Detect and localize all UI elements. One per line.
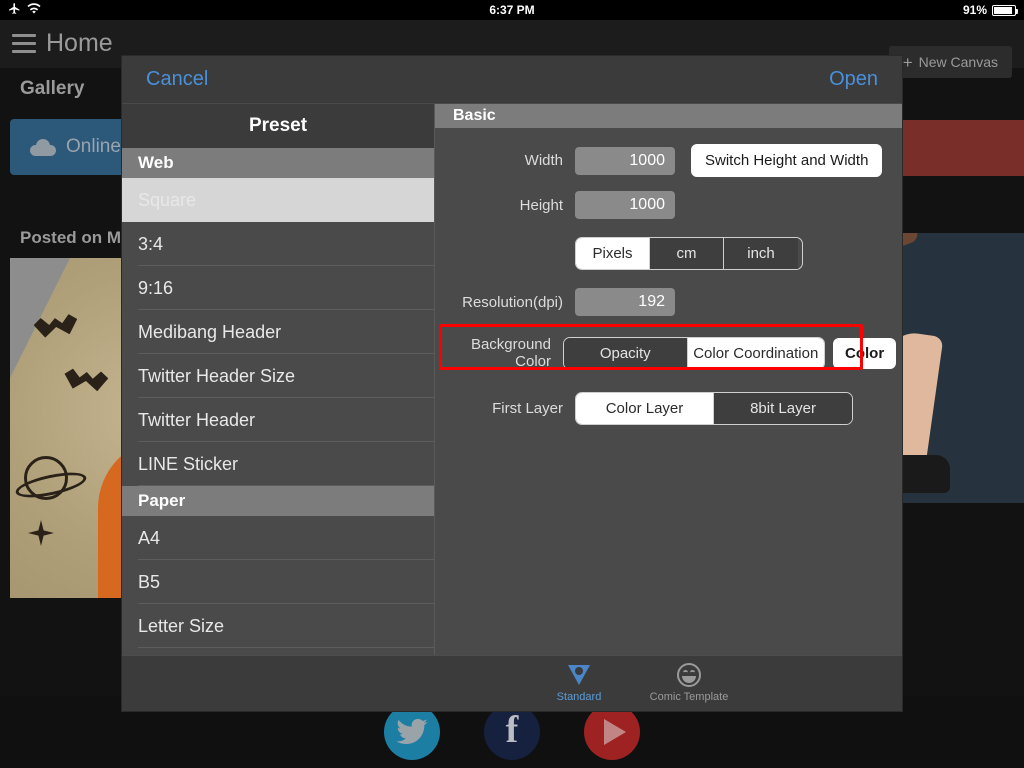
smiley-face-icon: [634, 662, 744, 688]
open-button[interactable]: Open: [829, 68, 878, 91]
status-bar: 6:37 PM 91%: [0, 0, 1024, 20]
preset-item-9-16[interactable]: 9:16: [122, 266, 434, 310]
dialog-body: Preset Web Square 3:4 9:16 Medibang Head…: [122, 104, 902, 655]
first-layer-label: First Layer: [492, 400, 563, 417]
tab-comic-template-label: Comic Template: [649, 691, 729, 703]
background-color-segmented-control[interactable]: Opacity Color Coordination: [563, 336, 825, 370]
plus-icon: +: [902, 52, 913, 72]
background-option-opacity[interactable]: Opacity: [564, 337, 688, 369]
background-color-label: Background Color: [470, 336, 551, 370]
unit-segmented-control[interactable]: Pixels cm inch: [575, 237, 803, 270]
preset-item-square[interactable]: Square: [122, 178, 434, 222]
preset-item-a4[interactable]: A4: [122, 516, 434, 560]
preset-item-3-4[interactable]: 3:4: [122, 222, 434, 266]
width-label: Width: [524, 152, 563, 169]
preset-item-twitter-header-size[interactable]: Twitter Header Size: [122, 354, 434, 398]
first-layer-row: First Layer Color Layer 8bit Layer: [435, 392, 902, 425]
battery-percent-label: 91%: [962, 3, 987, 17]
new-canvas-dialog: Cancel Open Preset Web Square 3:4 9:16 M…: [122, 56, 902, 711]
width-input[interactable]: 1000: [575, 146, 675, 175]
dialog-tab-bar: Standard Comic Template: [122, 655, 902, 711]
online-label: Online: [66, 136, 121, 157]
preset-header: Preset: [122, 104, 434, 148]
twitter-button[interactable]: [384, 704, 440, 760]
height-row: Height 1000: [435, 191, 902, 219]
background-color-row: Background Color Opacity Color Coordinat…: [435, 336, 902, 370]
screen: 6:37 PM 91% Home + New Canvas Gallery On…: [0, 0, 1024, 768]
resolution-label: Resolution(dpi): [462, 293, 563, 311]
background-option-color-coordination[interactable]: Color Coordination: [687, 337, 824, 369]
resolution-row: Resolution(dpi) 192: [435, 288, 902, 316]
new-canvas-label: New Canvas: [918, 54, 998, 70]
cancel-button[interactable]: Cancel: [146, 68, 208, 91]
settings-panel: Basic Width 1000 Switch Height and Width…: [435, 104, 902, 655]
basic-section-header: Basic: [435, 104, 902, 128]
status-bar-time: 6:37 PM: [489, 3, 535, 17]
height-label: Height: [519, 196, 563, 214]
artwork-thumbnail-top-right[interactable]: [900, 120, 1024, 176]
new-canvas-button[interactable]: + New Canvas: [888, 46, 1012, 78]
pen-nib-icon: [524, 662, 634, 688]
color-button[interactable]: Color: [833, 337, 897, 369]
preset-panel: Preset Web Square 3:4 9:16 Medibang Head…: [122, 104, 435, 655]
facebook-button[interactable]: f: [484, 704, 540, 760]
height-input[interactable]: 1000: [575, 191, 675, 219]
gallery-heading: Gallery: [20, 78, 85, 99]
background-color-row-wrap: Background Color Opacity Color Coordinat…: [435, 324, 902, 370]
unit-option-pixels[interactable]: Pixels: [576, 238, 650, 269]
preset-item-twitter-header[interactable]: Twitter Header: [122, 398, 434, 442]
preset-section-web: Web: [122, 148, 434, 178]
first-layer-option-8bit-layer[interactable]: 8bit Layer: [714, 393, 852, 424]
preset-item-letter-size[interactable]: Letter Size: [122, 604, 434, 648]
preset-item-line-sticker[interactable]: LINE Sticker: [122, 442, 434, 486]
facebook-icon: f: [505, 709, 519, 751]
twitter-icon: [396, 718, 428, 745]
preset-item-b5[interactable]: B5: [122, 560, 434, 604]
width-row: Width 1000 Switch Height and Width: [435, 144, 902, 177]
cloud-icon: [30, 138, 56, 156]
play-triangle-icon: [604, 719, 626, 745]
resolution-input[interactable]: 192: [575, 288, 675, 316]
preset-item-medibang-header[interactable]: Medibang Header: [122, 310, 434, 354]
unit-option-inch[interactable]: inch: [724, 238, 798, 269]
tab-comic-template[interactable]: Comic Template: [634, 662, 744, 703]
preset-list[interactable]: Web Square 3:4 9:16 Medibang Header Twit…: [122, 148, 434, 655]
switch-height-width-button[interactable]: Switch Height and Width: [691, 144, 883, 177]
first-layer-option-color-layer[interactable]: Color Layer: [576, 393, 714, 424]
artwork-thumbnail-right[interactable]: [888, 233, 1024, 503]
preset-item-legal-size[interactable]: Legal Size: [122, 648, 434, 655]
first-layer-segmented-control[interactable]: Color Layer 8bit Layer: [575, 392, 853, 425]
posted-on-heading: Posted on M: [20, 228, 122, 247]
tab-standard-label: Standard: [556, 691, 602, 703]
unit-option-cm[interactable]: cm: [650, 238, 724, 269]
preset-section-paper: Paper: [122, 486, 434, 516]
page-title: Home: [46, 29, 113, 57]
youtube-button[interactable]: [584, 704, 640, 760]
hamburger-menu-icon[interactable]: [12, 34, 36, 53]
unit-selector-wrap: Pixels cm inch: [575, 237, 902, 270]
battery-icon: [992, 4, 1018, 16]
dialog-header: Cancel Open: [122, 56, 902, 104]
tab-standard[interactable]: Standard: [524, 662, 634, 703]
